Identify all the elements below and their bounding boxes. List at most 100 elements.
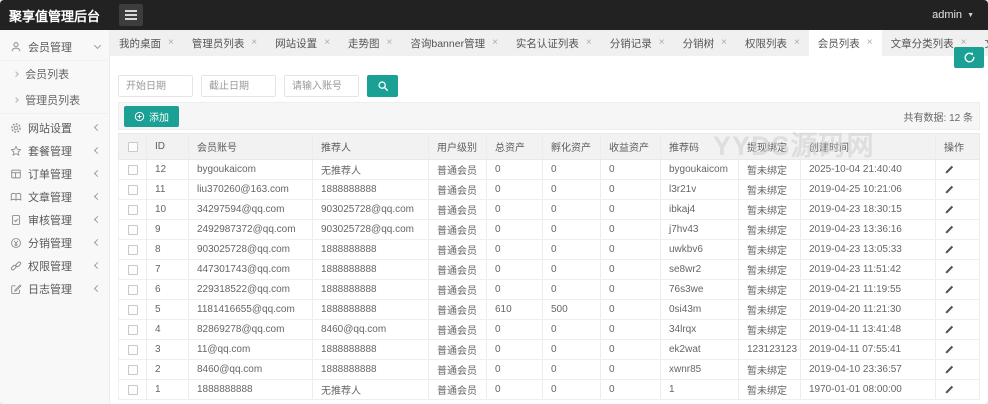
user-dropdown[interactable]: admin ▼	[932, 9, 974, 21]
table-row: 1034297594@qq.com903025728@qq.com普通会员000…	[118, 200, 980, 220]
row-checkbox-cell	[119, 260, 147, 279]
sidebar-item-5[interactable]: 审核管理	[0, 208, 109, 231]
search-form	[118, 75, 398, 97]
tab-1[interactable]: 管理员列表×	[183, 30, 266, 56]
sidebar-item-6[interactable]: 分销管理	[0, 231, 109, 254]
edit-icon[interactable]	[944, 284, 955, 295]
cell-incubate: 0	[543, 320, 601, 339]
row-checkbox[interactable]	[128, 385, 138, 395]
sidebar-item-8[interactable]: 日志管理	[0, 277, 109, 300]
edit-icon[interactable]	[944, 184, 955, 195]
row-checkbox[interactable]	[128, 185, 138, 195]
cell-referrer: 无推荐人	[313, 380, 429, 399]
cell-referrer: 1888888888	[313, 280, 429, 299]
cell-total: 0	[487, 200, 543, 219]
sidebar-item-0[interactable]: 会员管理	[0, 35, 109, 58]
cell-id: 1	[147, 380, 189, 399]
row-checkbox-cell	[119, 380, 147, 399]
sidebar-item-1[interactable]: 网站设置	[0, 116, 109, 139]
cell-id: 2	[147, 360, 189, 379]
edit-icon[interactable]	[944, 324, 955, 335]
refresh-icon	[963, 51, 976, 64]
chevron-down-icon	[94, 41, 101, 48]
row-checkbox[interactable]	[128, 305, 138, 315]
tab-3[interactable]: 走势图×	[339, 30, 401, 56]
row-checkbox[interactable]	[128, 225, 138, 235]
cell-account: 1181416655@qq.com	[189, 300, 313, 319]
row-checkbox[interactable]	[128, 165, 138, 175]
close-icon[interactable]: ×	[867, 38, 873, 48]
tab-4[interactable]: 咨询banner管理×	[401, 30, 507, 56]
sidebar-item-2[interactable]: 套餐管理	[0, 139, 109, 162]
hamburger-menu-icon[interactable]	[119, 4, 143, 26]
sidebar-item-3[interactable]: 订单管理	[0, 162, 109, 185]
cell-code: j7hv43	[661, 220, 739, 239]
row-checkbox[interactable]	[128, 345, 138, 355]
cell-actions	[936, 240, 981, 259]
row-checkbox[interactable]	[128, 285, 138, 295]
edit-icon[interactable]	[944, 164, 955, 175]
cell-referrer: 无推荐人	[313, 160, 429, 179]
edit-icon[interactable]	[944, 304, 955, 315]
cell-actions	[936, 320, 981, 339]
tab-2[interactable]: 网站设置×	[266, 30, 339, 56]
row-checkbox[interactable]	[128, 265, 138, 275]
cell-created: 2019-04-10 23:36:57	[801, 360, 936, 379]
edit-icon[interactable]	[944, 224, 955, 235]
select-all-checkbox[interactable]	[128, 142, 138, 152]
close-icon[interactable]: ×	[586, 38, 592, 48]
sidebar-subitem-0[interactable]: 会员列表	[0, 61, 109, 87]
cell-withdraw: 暂未绑定	[739, 320, 801, 339]
edit-icon[interactable]	[944, 344, 955, 355]
tab-5[interactable]: 实名认证列表 ×	[507, 30, 601, 56]
close-icon[interactable]: ×	[324, 38, 330, 48]
chevron-left-icon	[94, 239, 101, 246]
close-icon[interactable]: ×	[659, 38, 665, 48]
sidebar-menu: 会员管理会员列表管理员列表网站设置套餐管理订单管理文章管理审核管理分销管理权限管…	[0, 35, 109, 300]
cell-created: 2019-04-23 18:30:15	[801, 200, 936, 219]
tab-0[interactable]: 我的桌面×	[110, 30, 183, 56]
close-icon[interactable]: ×	[387, 38, 393, 48]
account-input[interactable]	[284, 75, 359, 97]
cell-id: 7	[147, 260, 189, 279]
cell-incubate: 500	[543, 300, 601, 319]
close-icon[interactable]: ×	[251, 38, 257, 48]
sidebar-item-7[interactable]: 权限管理	[0, 254, 109, 277]
start-date-input[interactable]	[118, 75, 193, 97]
refresh-button[interactable]	[954, 47, 984, 68]
edit-icon[interactable]	[944, 204, 955, 215]
column-header: 推荐人	[313, 134, 429, 159]
row-checkbox[interactable]	[128, 365, 138, 375]
close-icon[interactable]: ×	[794, 38, 800, 48]
cell-level: 普通会员	[429, 160, 487, 179]
close-icon[interactable]: ×	[492, 38, 498, 48]
tab-6[interactable]: 分销记录×	[601, 30, 674, 56]
search-button[interactable]	[367, 75, 398, 97]
close-icon[interactable]: ×	[168, 38, 174, 48]
edit-icon[interactable]	[944, 244, 955, 255]
cell-actions	[936, 280, 981, 299]
close-icon[interactable]: ×	[721, 38, 727, 48]
tab-7[interactable]: 分销树×	[674, 30, 736, 56]
tab-label: 实名认证列表	[516, 36, 579, 51]
row-checkbox[interactable]	[128, 245, 138, 255]
sidebar-subitem-1[interactable]: 管理员列表	[0, 87, 109, 113]
edit-icon[interactable]	[944, 384, 955, 395]
sidebar-item-4[interactable]: 文章管理	[0, 185, 109, 208]
row-checkbox[interactable]	[128, 325, 138, 335]
end-date-input[interactable]	[201, 75, 276, 97]
add-button[interactable]: 添加	[124, 106, 179, 127]
sidebar-subitem-label: 会员列表	[25, 66, 69, 82]
tab-9[interactable]: 会员列表×	[809, 30, 882, 56]
edit-icon[interactable]	[944, 364, 955, 375]
edit-icon[interactable]	[944, 264, 955, 275]
tab-8[interactable]: 权限列表×	[736, 30, 809, 56]
chevron-left-icon	[94, 170, 101, 177]
cell-incubate: 0	[543, 360, 601, 379]
cell-income: 0	[601, 240, 661, 259]
cell-code: 0si43m	[661, 300, 739, 319]
row-checkbox[interactable]	[128, 205, 138, 215]
table-row: 28460@qq.com1888888888普通会员000xwnr85暂未绑定2…	[118, 360, 980, 380]
column-header: 会员账号	[189, 134, 313, 159]
column-header: 收益资产	[601, 134, 661, 159]
